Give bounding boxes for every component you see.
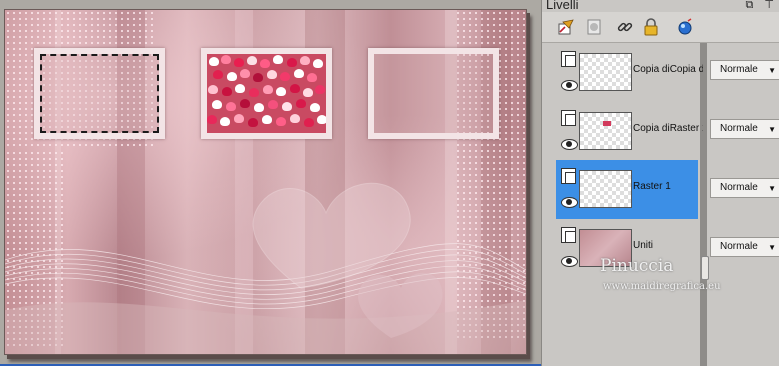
panel-title: Livelli [546, 0, 579, 12]
layer-row-copia-diraster[interactable]: Copia diRaster 1 [556, 102, 703, 161]
layer-row-copia-dicopia[interactable]: Copia diCopia d [556, 43, 703, 102]
visibility-eye-icon[interactable] [561, 197, 578, 208]
blend-mode-value: Normale [720, 64, 758, 75]
pin-panel-button[interactable]: ⊤ [764, 0, 774, 11]
layer-name: Copia diRaster 1 [633, 123, 703, 134]
selection-marquee [40, 54, 159, 133]
thumbnail-candy-patch [603, 121, 611, 126]
scroll-thumb[interactable] [701, 256, 709, 280]
dropdown-arrow-icon: ▼ [768, 243, 776, 252]
layer-name: Copia diCopia d [633, 64, 703, 75]
blend-mode-value: Normale [720, 123, 758, 134]
layer-name: Raster 1 [633, 181, 671, 192]
dropdown-arrow-icon: ▼ [768, 184, 776, 193]
layer-type-icon [561, 51, 576, 67]
panel-window-controls: ⧉ ⊤ [737, 0, 774, 12]
visibility-eye-icon[interactable] [561, 80, 578, 91]
frame-slot-center[interactable] [201, 48, 332, 139]
layer-name: Uniti [633, 240, 654, 251]
layers-scroll-track[interactable] [700, 43, 707, 366]
layer-row-raster-1[interactable]: Raster 1 [556, 160, 698, 219]
layer-type-icon [561, 227, 576, 243]
candy-hearts-image [207, 54, 326, 133]
frame-slot-right[interactable] [368, 48, 499, 139]
blend-mode-value: Normale [720, 241, 758, 252]
layers-panel: Livelli ⧉ ⊤ Copia diCopia d Normale ▼ Co… [541, 0, 779, 366]
watermark-site: www.maidiregrafica.eu [603, 281, 721, 292]
heart-shape [252, 182, 443, 338]
visibility-eye-icon[interactable] [561, 139, 578, 150]
layer-thumbnail [579, 53, 632, 91]
blend-mode-select[interactable]: Normale ▼ [710, 237, 779, 257]
properties-icon[interactable] [675, 17, 695, 37]
dropdown-arrow-icon: ▼ [768, 125, 776, 134]
artwork-image[interactable] [4, 9, 527, 355]
blend-mode-select[interactable]: Normale ▼ [710, 178, 779, 198]
frame-slot-left[interactable] [34, 48, 165, 139]
layer-type-icon [561, 110, 576, 126]
blend-mode-value: Normale [720, 182, 758, 193]
new-mask-icon[interactable] [584, 17, 604, 37]
layers-toolbar [542, 12, 779, 43]
layer-thumbnail [579, 170, 632, 208]
layers-list: Copia diCopia d Normale ▼ Copia diRaster … [542, 43, 779, 366]
lock-icon[interactable] [641, 17, 661, 37]
link-icon[interactable] [615, 17, 635, 37]
visibility-eye-icon[interactable] [561, 256, 578, 267]
float-panel-button[interactable]: ⧉ [745, 0, 753, 11]
canvas-area[interactable] [0, 0, 541, 366]
new-raster-layer-icon[interactable] [556, 17, 576, 37]
watermark-name: Pinuccia [600, 256, 674, 276]
dropdown-arrow-icon: ▼ [768, 66, 776, 75]
blend-mode-select[interactable]: Normale ▼ [710, 60, 779, 80]
layer-type-icon [561, 168, 576, 184]
blend-mode-select[interactable]: Normale ▼ [710, 119, 779, 139]
layer-thumbnail [579, 112, 632, 150]
